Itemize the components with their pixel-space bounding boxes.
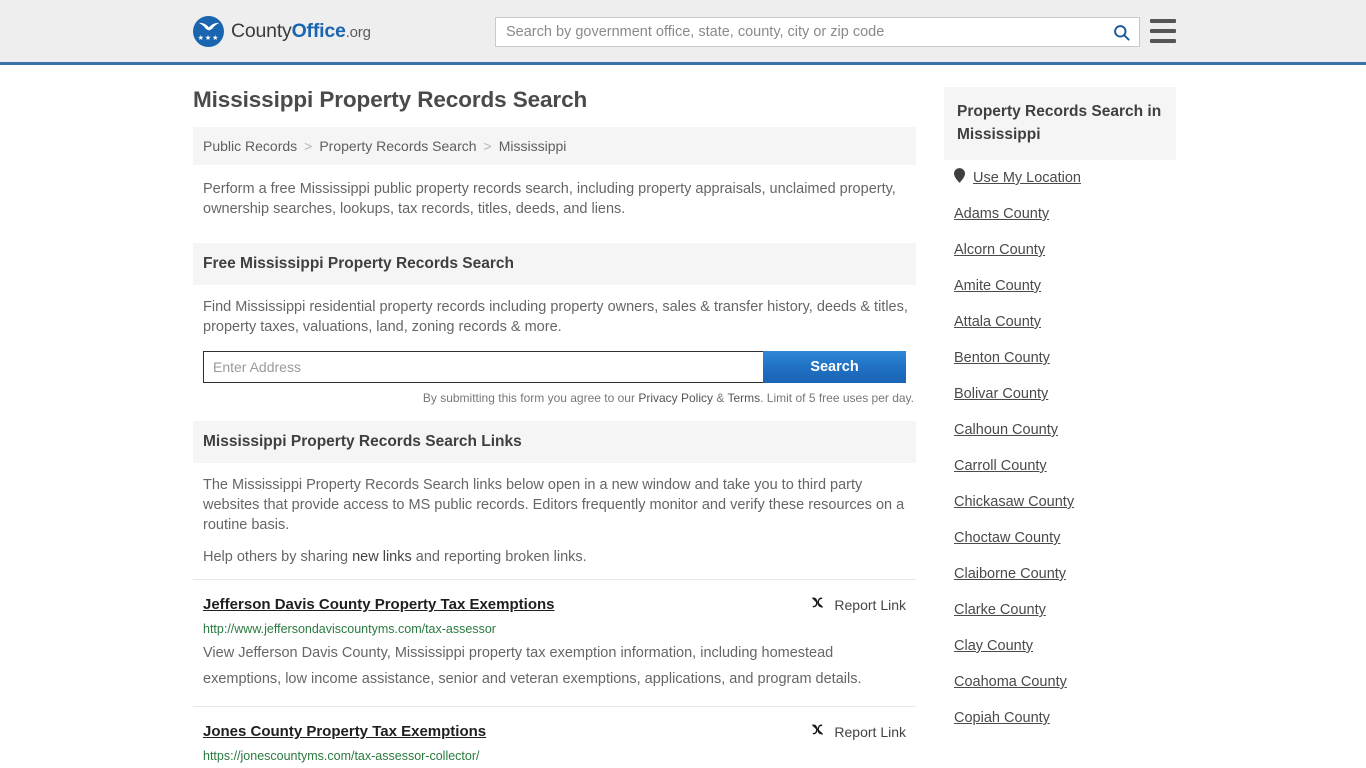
sidebar-item-county[interactable]: Choctaw County bbox=[954, 520, 1176, 556]
result-url: https://jonescountyms.com/tax-assessor-c… bbox=[203, 748, 906, 764]
report-link-button[interactable]: Report Link bbox=[809, 596, 906, 613]
county-link[interactable]: Alcorn County bbox=[954, 242, 1045, 258]
map-pin-icon bbox=[954, 168, 965, 188]
sidebar-item-county[interactable]: Bolivar County bbox=[954, 376, 1176, 412]
site-logo[interactable]: ★★★ CountyOffice.org bbox=[193, 16, 371, 47]
links-section-help: Help others by sharing new links and rep… bbox=[203, 547, 908, 567]
sidebar-heading: Property Records Search in Mississippi bbox=[944, 87, 1176, 160]
result-title-link[interactable]: Jones County Property Tax Exemptions bbox=[203, 723, 486, 741]
hamburger-bar bbox=[1150, 39, 1176, 43]
disclaimer-prefix: By submitting this form you agree to our bbox=[423, 391, 638, 405]
county-link[interactable]: Clarke County bbox=[954, 602, 1046, 618]
sidebar-item-county[interactable]: Attala County bbox=[954, 304, 1176, 340]
county-link[interactable]: Benton County bbox=[954, 350, 1050, 366]
sidebar-item-county[interactable]: Clarke County bbox=[954, 592, 1176, 628]
sidebar-item-county[interactable]: Copiah County bbox=[954, 700, 1176, 736]
hamburger-bar bbox=[1150, 29, 1176, 33]
result-title-link[interactable]: Jefferson Davis County Property Tax Exem… bbox=[203, 596, 554, 614]
result-item: Jones County Property Tax Exemptions Rep… bbox=[193, 706, 916, 768]
page-title: Mississippi Property Records Search bbox=[193, 87, 916, 113]
breadcrumb-separator-icon: > bbox=[484, 138, 492, 154]
hamburger-menu-icon[interactable] bbox=[1150, 19, 1176, 43]
help-prefix: Help others by sharing bbox=[203, 549, 352, 565]
sidebar-item-county[interactable]: Amite County bbox=[954, 268, 1176, 304]
terms-link[interactable]: Terms bbox=[727, 391, 760, 405]
disclaimer-suffix: . Limit of 5 free uses per day. bbox=[760, 391, 914, 405]
sidebar-item-county[interactable]: Carroll County bbox=[954, 448, 1176, 484]
search-icon bbox=[1112, 23, 1131, 42]
site-header: ★★★ CountyOffice.org bbox=[0, 0, 1366, 65]
county-link[interactable]: Choctaw County bbox=[954, 530, 1060, 546]
address-search-form: Search bbox=[203, 351, 906, 383]
sidebar-item-county[interactable]: Adams County bbox=[954, 196, 1176, 232]
report-link-label: Report Link bbox=[834, 724, 906, 740]
logo-word-county: County bbox=[231, 20, 292, 42]
new-links-link[interactable]: new links bbox=[352, 549, 412, 565]
result-url: http://www.jeffersondaviscountyms.com/ta… bbox=[203, 621, 906, 637]
county-link[interactable]: Bolivar County bbox=[954, 386, 1048, 402]
report-link-button[interactable]: Report Link bbox=[809, 723, 906, 740]
broken-link-icon bbox=[809, 723, 826, 740]
stars-decoration: ★★★ bbox=[193, 35, 224, 42]
county-link[interactable]: Copiah County bbox=[954, 710, 1050, 726]
help-suffix: and reporting broken links. bbox=[412, 549, 587, 565]
county-link[interactable]: Coahoma County bbox=[954, 674, 1067, 690]
sidebar-item-county[interactable]: Chickasaw County bbox=[954, 484, 1176, 520]
county-link[interactable]: Amite County bbox=[954, 278, 1041, 294]
global-search-box[interactable] bbox=[495, 17, 1140, 47]
links-section-heading: Mississippi Property Records Search Link… bbox=[193, 421, 916, 463]
broken-link-icon bbox=[809, 596, 826, 613]
address-input[interactable] bbox=[203, 351, 763, 383]
sidebar-item-county[interactable]: Clay County bbox=[954, 628, 1176, 664]
disclaimer-amp: & bbox=[713, 391, 727, 405]
breadcrumb: Public Records > Property Records Search… bbox=[193, 127, 916, 165]
breadcrumb-separator-icon: > bbox=[304, 138, 312, 154]
page-container: Mississippi Property Records Search Publ… bbox=[0, 65, 1366, 768]
sidebar: Property Records Search in Mississippi U… bbox=[944, 65, 1176, 768]
links-section-body: The Mississippi Property Records Search … bbox=[193, 463, 916, 567]
logo-word-office: Office bbox=[292, 20, 346, 42]
page-intro-text: Perform a free Mississippi public proper… bbox=[193, 165, 916, 227]
sidebar-item-county[interactable]: Alcorn County bbox=[954, 232, 1176, 268]
sidebar-item-county[interactable]: Calhoun County bbox=[954, 412, 1176, 448]
county-link[interactable]: Claiborne County bbox=[954, 566, 1066, 582]
sidebar-county-list: Use My Location Adams County Alcorn Coun… bbox=[944, 160, 1176, 736]
sidebar-item-use-my-location[interactable]: Use My Location bbox=[954, 160, 1176, 196]
free-search-heading: Free Mississippi Property Records Search bbox=[193, 243, 916, 285]
breadcrumb-item-public-records[interactable]: Public Records bbox=[203, 138, 297, 154]
search-submit-button[interactable] bbox=[1103, 18, 1139, 46]
county-link[interactable]: Clay County bbox=[954, 638, 1033, 654]
privacy-policy-link[interactable]: Privacy Policy bbox=[638, 391, 713, 405]
sidebar-item-county[interactable]: Coahoma County bbox=[954, 664, 1176, 700]
links-section-paragraph: The Mississippi Property Records Search … bbox=[203, 475, 908, 535]
eagle-shield-icon: ★★★ bbox=[193, 16, 224, 47]
free-search-description: Find Mississippi residential property re… bbox=[203, 297, 908, 337]
county-link[interactable]: Adams County bbox=[954, 206, 1049, 222]
result-description: View Jefferson Davis County, Mississippi… bbox=[203, 640, 906, 692]
county-link[interactable]: Carroll County bbox=[954, 458, 1047, 474]
main-column: Mississippi Property Records Search Publ… bbox=[193, 65, 916, 768]
address-search-button[interactable]: Search bbox=[763, 351, 906, 383]
logo-word-tld: .org bbox=[346, 24, 371, 41]
search-input[interactable] bbox=[496, 18, 1103, 46]
form-disclaimer: By submitting this form you agree to our… bbox=[193, 391, 914, 405]
sidebar-item-county[interactable]: Benton County bbox=[954, 340, 1176, 376]
report-link-label: Report Link bbox=[834, 597, 906, 613]
county-link[interactable]: Chickasaw County bbox=[954, 494, 1074, 510]
use-my-location-link[interactable]: Use My Location bbox=[973, 170, 1081, 186]
breadcrumb-item-mississippi: Mississippi bbox=[499, 138, 567, 154]
county-link[interactable]: Attala County bbox=[954, 314, 1041, 330]
hamburger-bar bbox=[1150, 19, 1176, 23]
result-item: Jefferson Davis County Property Tax Exem… bbox=[193, 579, 916, 706]
sidebar-item-county[interactable]: Claiborne County bbox=[954, 556, 1176, 592]
county-link[interactable]: Calhoun County bbox=[954, 422, 1058, 438]
free-search-body: Find Mississippi residential property re… bbox=[193, 285, 916, 337]
breadcrumb-item-property-records-search[interactable]: Property Records Search bbox=[319, 138, 476, 154]
logo-wordmark: CountyOffice.org bbox=[231, 20, 371, 43]
